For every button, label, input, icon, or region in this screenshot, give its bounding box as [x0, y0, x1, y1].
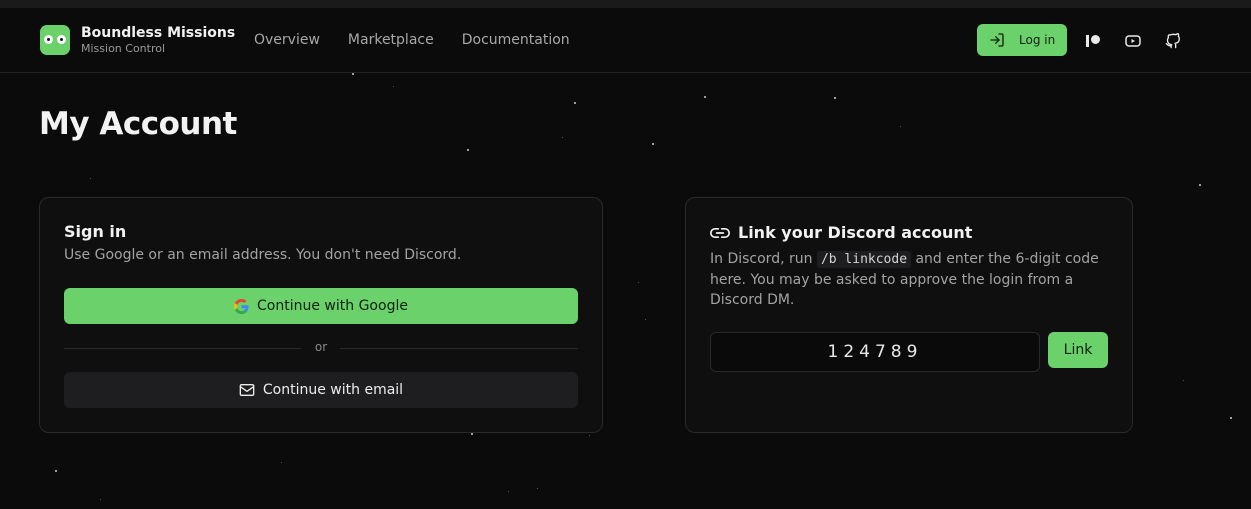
discord-link-card: Link your Discord account In Discord, ru…	[685, 197, 1133, 433]
nav-documentation[interactable]: Documentation	[462, 32, 570, 48]
github-icon[interactable]	[1164, 32, 1182, 50]
page-title: My Account	[39, 106, 237, 142]
nav-marketplace[interactable]: Marketplace	[348, 32, 434, 48]
login-icon	[990, 33, 1004, 47]
link-button[interactable]: Link	[1048, 332, 1108, 368]
nav-overview[interactable]: Overview	[254, 32, 320, 48]
discord-title: Link your Discord account	[738, 223, 973, 242]
signin-card: Sign in Use Google or an email address. …	[39, 197, 603, 433]
login-button[interactable]: Log in	[977, 24, 1067, 56]
brand[interactable]: Boundless Missions Mission Control	[40, 25, 235, 55]
or-divider: or	[64, 340, 578, 356]
login-label: Log in	[1019, 33, 1056, 47]
discord-desc-before: In Discord, run	[710, 251, 817, 267]
discord-title-row: Link your Discord account	[710, 223, 972, 242]
signin-title: Sign in	[64, 222, 127, 241]
or-label: or	[314, 340, 328, 354]
linkcode-command: /b linkcode	[816, 251, 912, 268]
mail-icon	[239, 384, 255, 396]
link-icon	[710, 227, 730, 238]
brand-title: Boundless Missions	[81, 25, 236, 41]
brand-subtitle: Mission Control	[81, 42, 166, 55]
continue-with-email-button[interactable]: Continue with email	[64, 372, 578, 408]
discord-description: In Discord, run /b linkcode and enter th…	[710, 249, 1110, 310]
main-nav: Overview Marketplace Documentation	[254, 32, 570, 48]
top-strip	[0, 0, 1251, 8]
discord-code-input[interactable]	[710, 332, 1040, 372]
email-label: Continue with email	[262, 382, 404, 398]
signin-description: Use Google or an email address. You don'…	[64, 247, 462, 263]
youtube-icon[interactable]	[1124, 32, 1142, 50]
google-label: Continue with Google	[257, 298, 408, 314]
google-icon	[234, 298, 249, 314]
site-header: Boundless Missions Mission Control Overv…	[0, 8, 1251, 73]
continue-with-google-button[interactable]: Continue with Google	[64, 288, 578, 324]
logo-icon	[40, 25, 70, 55]
patreon-icon[interactable]	[1084, 32, 1102, 50]
